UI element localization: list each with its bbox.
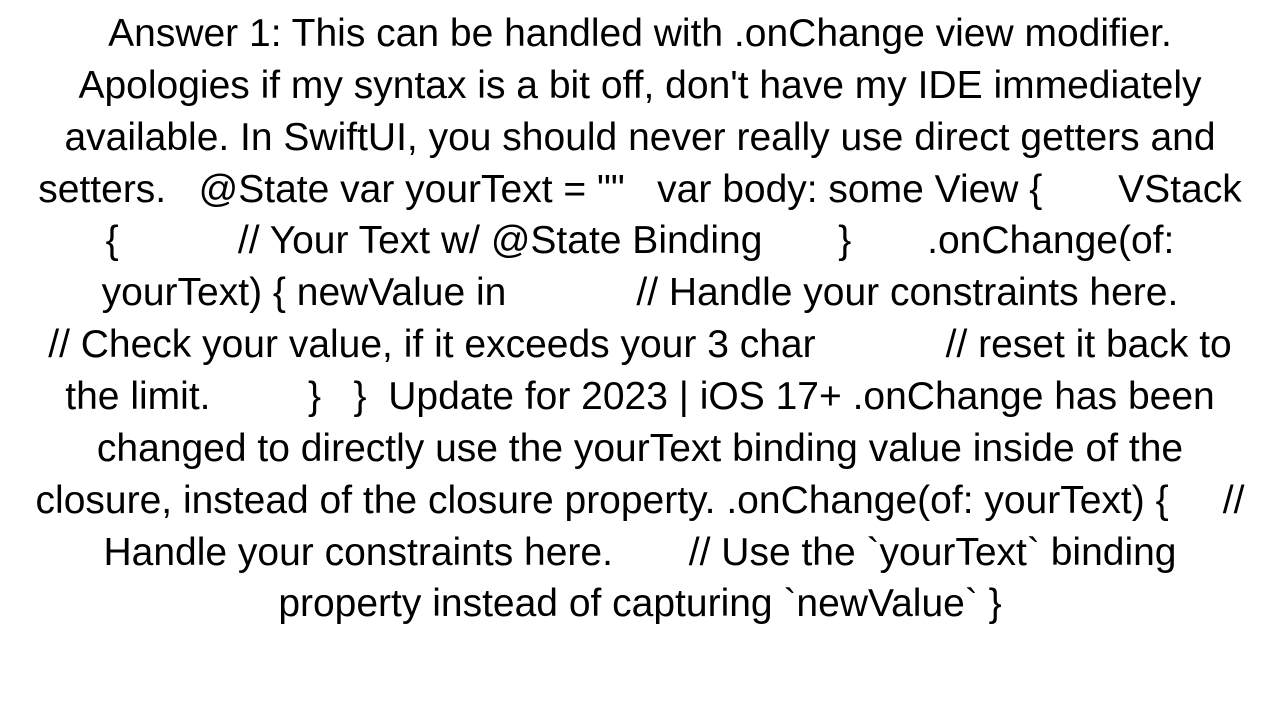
answer-text: Answer 1: This can be handled with .onCh… [0, 0, 1280, 720]
